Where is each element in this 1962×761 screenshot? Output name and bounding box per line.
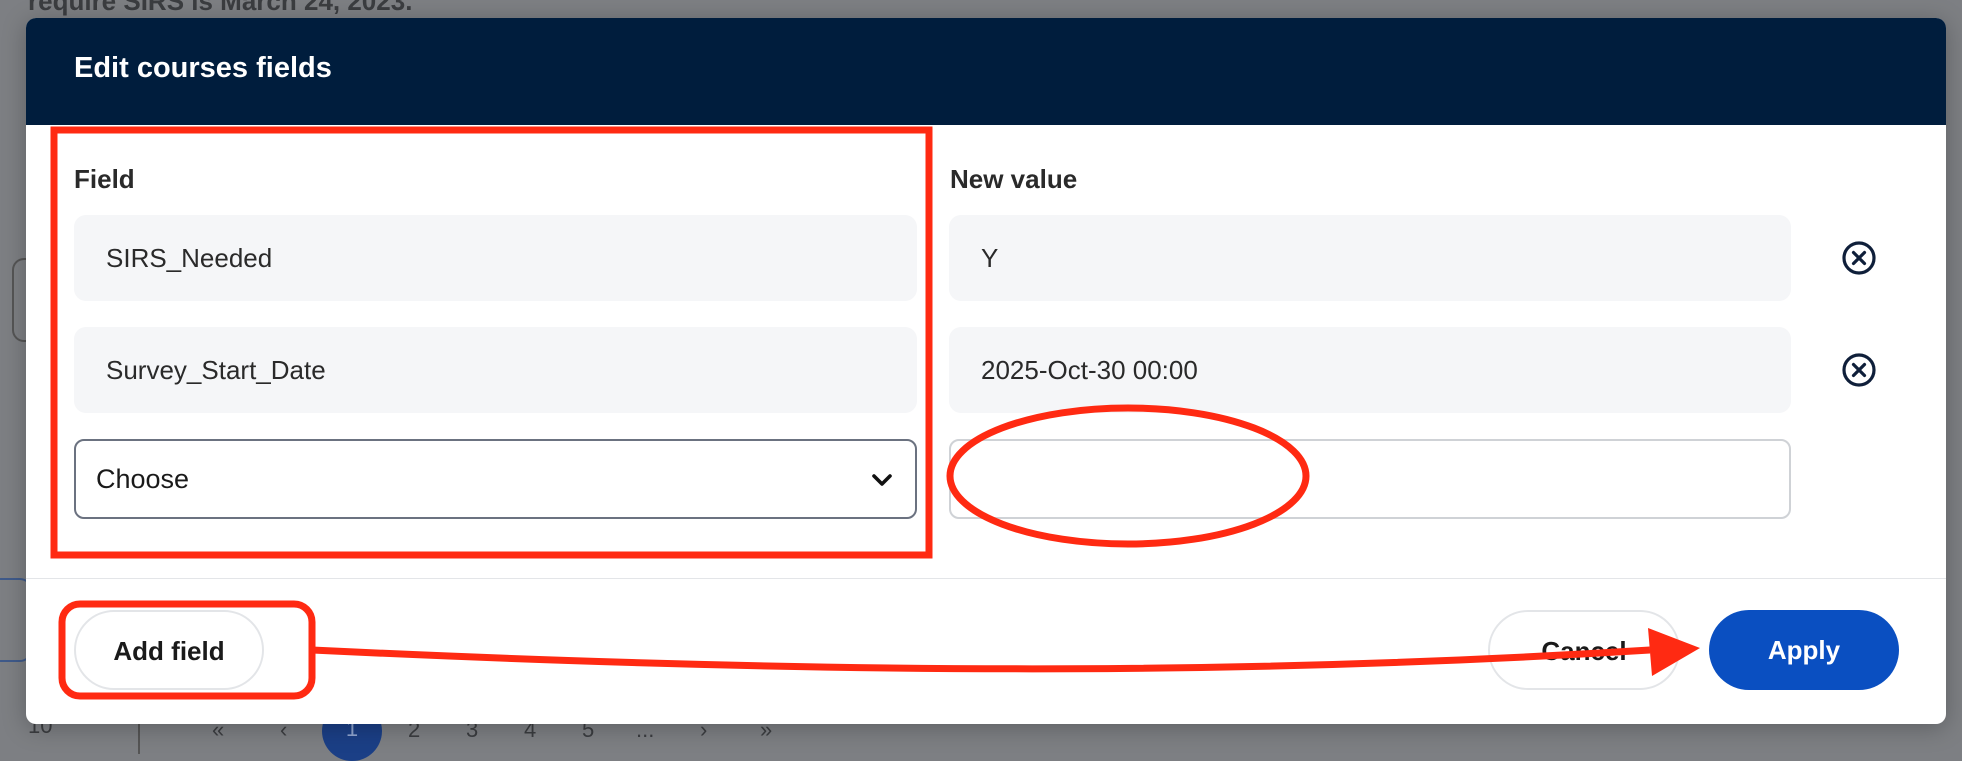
edit-fields-dialog: Edit courses fields Field New value SIRS…	[26, 18, 1946, 724]
footer-divider	[26, 578, 1946, 579]
apply-button[interactable]: Apply	[1709, 610, 1899, 690]
remove-row-button[interactable]	[1840, 351, 1878, 389]
background-notice: require SIRS is March 24, 2023.	[28, 0, 413, 16]
dialog-header: Edit courses fields	[26, 18, 1946, 125]
circle-x-icon	[1842, 241, 1876, 275]
field-value-cell[interactable]: Y	[949, 215, 1791, 301]
field-select[interactable]: Choose	[74, 439, 917, 519]
cancel-button[interactable]: Cancel	[1488, 610, 1680, 690]
field-name-cell: Survey_Start_Date	[74, 327, 917, 413]
field-name-cell: SIRS_Needed	[74, 215, 917, 301]
field-column-label: Field	[74, 164, 135, 194]
field-value-cell[interactable]: 2025-Oct-30 00:00	[949, 327, 1791, 413]
remove-row-button[interactable]	[1840, 239, 1878, 277]
circle-x-icon	[1842, 353, 1876, 387]
add-field-button[interactable]: Add field	[74, 610, 264, 690]
new-value-column-label: New value	[950, 164, 1078, 194]
field-select-value: Choose	[96, 464, 190, 494]
chevron-down-icon	[872, 474, 892, 486]
new-value-input[interactable]	[949, 439, 1791, 519]
dialog-title: Edit courses fields	[74, 52, 332, 84]
